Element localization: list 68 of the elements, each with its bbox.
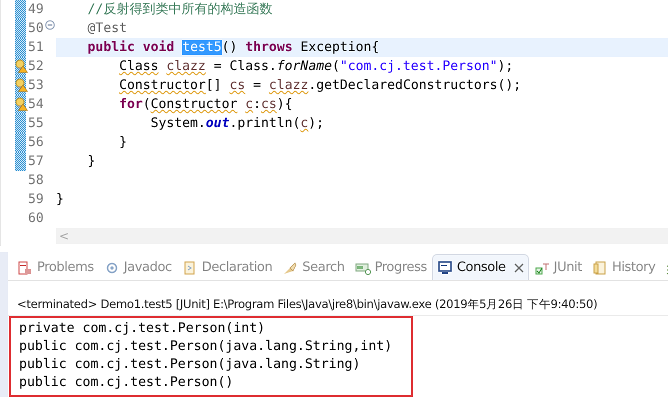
view-tab[interactable]: Declaration xyxy=(176,254,278,280)
code-text: = Class. xyxy=(214,59,277,74)
variable-name: c xyxy=(300,116,308,131)
keyword: void xyxy=(142,40,174,55)
code-text: ); xyxy=(498,59,514,74)
warning-word: Constructor xyxy=(150,97,238,112)
variable-name: clazz xyxy=(166,59,206,74)
code-text: = xyxy=(253,78,262,93)
process-status: <terminated> Demo1.test5 [JUnit] E:\Program Files\Java\jre8\bin\javaw.exe (2019年5月26日 下午9:40:50) xyxy=(8,297,668,316)
line-number: 49 xyxy=(27,2,45,17)
console-line: private com.cj.test.Person(int) xyxy=(19,320,266,338)
keyword: throws xyxy=(245,40,293,55)
code-text: } xyxy=(119,135,127,150)
line-number: 58 xyxy=(27,173,45,188)
line-number: 59 xyxy=(27,192,45,207)
collapse-icon[interactable] xyxy=(45,20,55,30)
code-text: } xyxy=(56,192,64,207)
code-text: : xyxy=(253,97,262,112)
monitor-icon xyxy=(436,260,453,276)
keyword: for xyxy=(119,97,143,112)
line-number: 51 xyxy=(27,40,45,55)
line-number: 56 xyxy=(27,135,45,150)
view-tab[interactable]: Problems xyxy=(12,254,99,280)
keyword: public xyxy=(88,40,135,55)
scroll-left-button[interactable]: < xyxy=(56,229,70,243)
method-name: forName xyxy=(276,59,332,74)
warning-word: Constructor xyxy=(119,78,206,93)
code-text: ); xyxy=(308,116,324,131)
line-number: 55 xyxy=(27,116,45,131)
view-tab[interactable]: History xyxy=(586,254,660,280)
code-text: } xyxy=(88,154,96,169)
string-literal: "com.cj.test.Person" xyxy=(340,59,498,74)
code-text: Exception{ xyxy=(300,40,380,55)
line-number: 54 xyxy=(27,97,45,112)
code-text: ( xyxy=(142,97,151,112)
warning-word: Class xyxy=(119,59,158,74)
line-number: 57 xyxy=(27,154,45,169)
console-line: public com.cj.test.Person(java.lang.String,int) xyxy=(19,338,394,356)
line-number: 53 xyxy=(27,78,45,93)
view-tab[interactable]: Progress xyxy=(350,254,432,280)
close-icon[interactable] xyxy=(514,262,524,272)
line-number: 52 xyxy=(27,59,45,74)
field-name: out xyxy=(206,116,230,131)
view-tab[interactable]: Javadoc xyxy=(98,254,177,280)
console-line: public com.cj.test.Person() xyxy=(19,374,234,392)
code-text: ( xyxy=(332,59,340,74)
view-tab[interactable]: JUnit xyxy=(528,254,587,280)
line-number: 50 xyxy=(27,21,45,36)
code-text: [] xyxy=(206,78,222,93)
variable-name: cs xyxy=(261,97,277,112)
selected-word: test5 xyxy=(182,40,222,55)
code-text: .getDeclaredConstructors(); xyxy=(308,78,522,93)
annotation: @Test xyxy=(88,21,127,36)
code-text: System. xyxy=(150,116,206,131)
variable-name: cs xyxy=(229,78,246,93)
line-number: 60 xyxy=(27,211,45,226)
view-tab[interactable]: Console xyxy=(432,254,529,280)
horizontal-scrollbar[interactable]: < xyxy=(56,228,668,244)
variable-name: c xyxy=(245,97,254,112)
code-text: ){ xyxy=(276,97,293,112)
console-line: public com.cj.test.Person(java.lang.String) xyxy=(19,356,362,374)
code-text: () xyxy=(222,40,238,55)
variable-name: clazz xyxy=(268,78,308,93)
view-tab[interactable]: Search xyxy=(277,254,350,280)
code-comment: //反射得到类中所有的构造函数 xyxy=(88,2,272,17)
clipboard-icon xyxy=(592,260,608,276)
problems-icon xyxy=(17,260,33,276)
code-text: .println( xyxy=(229,116,300,131)
